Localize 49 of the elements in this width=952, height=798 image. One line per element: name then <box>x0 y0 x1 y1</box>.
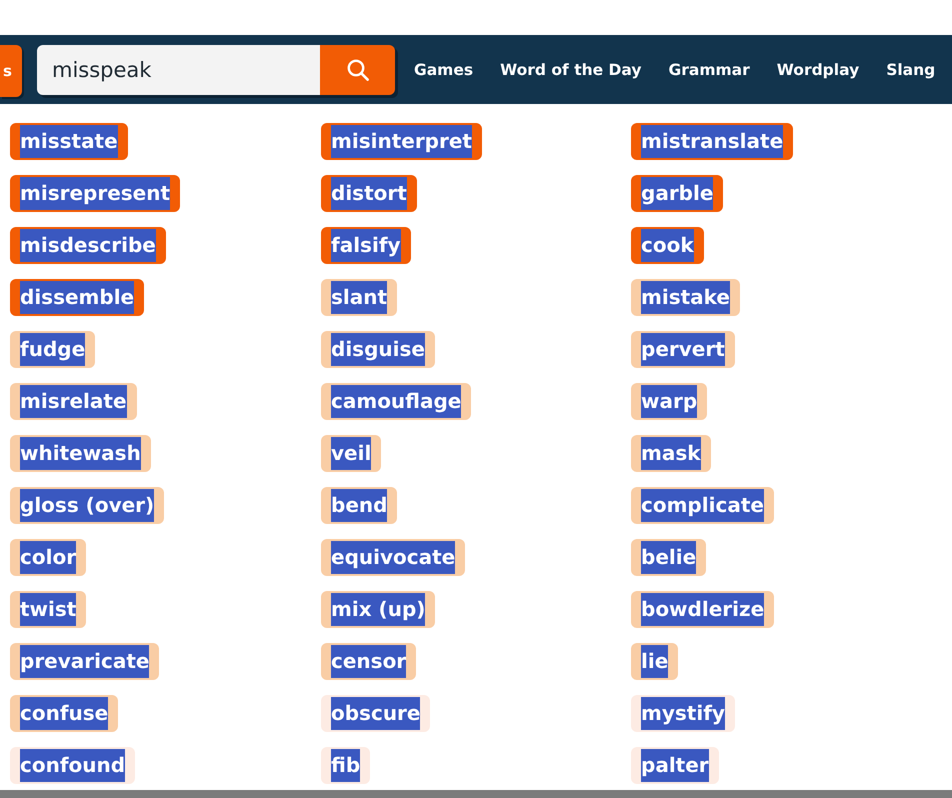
word-chip[interactable]: equivocate <box>321 539 466 576</box>
search-field[interactable]: misspeak <box>37 44 320 94</box>
word-chip[interactable]: bowdlerize <box>631 591 774 628</box>
word-chip[interactable]: confound <box>10 747 136 784</box>
word-chip[interactable]: misstate <box>10 123 128 160</box>
word-chip[interactable]: mystify <box>631 695 735 732</box>
word-chip[interactable]: palter <box>631 747 719 784</box>
word-chip[interactable]: garble <box>631 175 724 212</box>
word-chip[interactable]: fib <box>321 747 370 784</box>
nav-link[interactable]: Grammar <box>668 60 750 78</box>
word-chip[interactable]: censor <box>321 643 416 680</box>
word-chip[interactable]: slant <box>321 279 398 316</box>
word-chip[interactable]: complicate <box>631 487 774 524</box>
word-chip[interactable]: mask <box>631 435 711 472</box>
word-chip[interactable]: dissemble <box>10 279 144 316</box>
nav-link[interactable]: Word of the Day <box>500 60 642 78</box>
search-button[interactable] <box>320 44 395 94</box>
word-chip[interactable]: misinterpret <box>321 123 482 160</box>
nav-link[interactable]: Wordplay <box>776 60 860 78</box>
cut-off-button[interactable]: s <box>0 44 22 96</box>
search-icon <box>346 58 368 80</box>
word-chip[interactable]: mistranslate <box>631 123 794 160</box>
word-chip[interactable]: fudge <box>10 331 96 368</box>
word-chip[interactable]: misrepresent <box>10 175 180 212</box>
word-chip[interactable]: veil <box>321 435 382 472</box>
word-chip[interactable]: warp <box>631 383 708 420</box>
scrollbar[interactable] <box>0 790 952 798</box>
word-chip[interactable]: obscure <box>321 695 430 732</box>
word-chip[interactable]: belie <box>631 539 706 576</box>
word-chip[interactable]: misrelate <box>10 383 137 420</box>
word-chip[interactable]: misdescribe <box>10 227 166 264</box>
word-chip[interactable]: mix (up) <box>321 591 436 628</box>
word-chip[interactable]: mistake <box>631 279 740 316</box>
nav-link[interactable]: Slang <box>886 60 936 78</box>
word-chip[interactable]: distort <box>321 175 417 212</box>
word-chip[interactable]: twist <box>10 591 86 628</box>
word-chip[interactable]: gloss (over) <box>10 487 164 524</box>
nav-link[interactable]: Games <box>414 60 474 78</box>
word-chip[interactable]: color <box>10 539 86 576</box>
word-chip[interactable]: cook <box>631 227 704 264</box>
word-chip[interactable]: camouflage <box>321 383 472 420</box>
word-chip[interactable]: pervert <box>631 331 735 368</box>
word-chip[interactable]: disguise <box>321 331 435 368</box>
word-chip[interactable]: prevaricate <box>10 643 160 680</box>
word-chip[interactable]: bend <box>321 487 398 524</box>
word-chip[interactable]: falsify <box>321 227 411 264</box>
word-chip[interactable]: confuse <box>10 695 118 732</box>
word-chip[interactable]: whitewash <box>10 435 151 472</box>
word-chip[interactable]: lie <box>631 643 678 680</box>
